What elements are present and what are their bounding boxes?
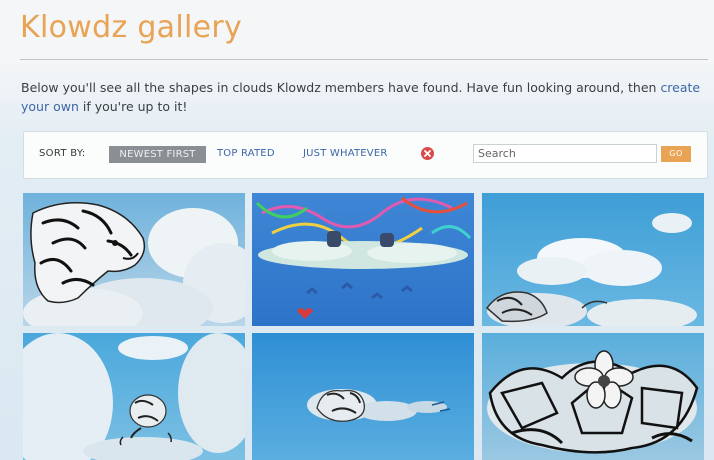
sort-just-whatever-link[interactable]: JUST WHATEVER [303, 146, 388, 162]
sort-search-toolbar: SORT BY: NEWEST FIRST TOP RATED JUST WHA… [23, 131, 708, 179]
gallery-thumbnail-flower-web[interactable] [482, 333, 704, 460]
sort-top-rated-link[interactable]: TOP RATED [217, 146, 275, 162]
clear-sort-icon[interactable] [421, 147, 434, 160]
title-divider [20, 59, 708, 60]
search-input[interactable] [473, 144, 657, 163]
intro-text-after: if you're up to it! [78, 99, 188, 114]
intro-text-before: Below you'll see all the shapes in cloud… [21, 80, 661, 95]
intro-text: Below you'll see all the shapes in cloud… [21, 78, 701, 116]
gallery-grid [23, 193, 706, 460]
page: Klowdz gallery Below you'll see all the … [0, 0, 714, 460]
search-go-button[interactable]: GO [661, 146, 691, 162]
gallery-thumbnail-sky-creature[interactable] [482, 193, 704, 326]
gallery-thumbnail-small-creature[interactable] [23, 333, 245, 460]
sort-newest-first-button[interactable]: NEWEST FIRST [109, 146, 206, 163]
sort-by-label: SORT BY: [39, 148, 86, 159]
gallery-thumbnail-tiger[interactable] [23, 193, 245, 326]
page-title: Klowdz gallery [20, 10, 243, 45]
gallery-thumbnail-painted-clouds[interactable] [252, 193, 474, 326]
gallery-thumbnail-cloud-creature[interactable] [252, 333, 474, 460]
